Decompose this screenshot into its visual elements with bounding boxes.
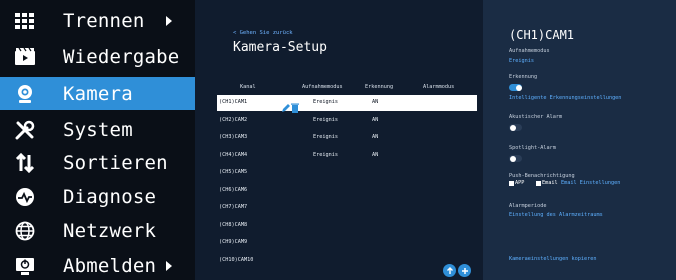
cell-detection: AN [372,151,379,158]
sidebar-item-label: Netzwerk [63,219,157,242]
add-camera-button[interactable] [458,264,471,277]
sidebar: Trennen Wiedergabe Kamera System Sortier… [0,0,195,280]
cell-recording-mode: Ereignis [313,116,338,123]
column-header-channel: Kanal [240,84,256,90]
column-header-alarm-mode: Alarmmodus [423,84,455,90]
sidebar-item-label: Diagnose [63,185,157,208]
table-row[interactable]: (CH6)CAM6 [217,183,477,199]
sidebar-item-label: Sortieren [63,151,168,174]
toggle-knob [509,124,516,131]
toggle-knob [515,84,522,91]
acoustic-alarm-toggle[interactable] [509,124,522,131]
tools-icon [13,118,37,142]
cell-recording-mode: Ereignis [313,99,338,105]
spotlight-alarm-toggle[interactable] [509,155,522,162]
alarm-period-link[interactable]: Einstellung des Alarmzeitraums [509,212,603,218]
cell-channel: (CH7)CAM7 [219,204,248,210]
sidebar-item-diagnose[interactable]: Diagnose [0,180,195,213]
sidebar-item-abmelden[interactable]: Abmelden [0,249,195,280]
copy-camera-settings-link[interactable]: Kameraeinstellungen kopieren [509,256,596,262]
plus-icon [461,267,468,274]
sidebar-item-label: Wiedergabe [63,45,180,68]
sidebar-item-wiedergabe[interactable]: Wiedergabe [0,40,195,73]
sidebar-item-label: System [63,118,133,141]
app-checkbox[interactable] [509,181,514,186]
chevron-right-icon [166,260,172,271]
cell-channel: (CH2)CAM2 [219,116,248,123]
cell-channel: (CH9)CAM9 [219,239,248,245]
detection-toggle[interactable] [509,84,522,91]
table-row[interactable]: (CH10)CAM10 [217,253,477,269]
back-link[interactable]: < Gehen Sie zurück [233,30,293,36]
table-row[interactable]: (CH9)CAM9 [217,235,477,251]
cell-recording-mode: Ereignis [313,134,338,140]
recording-mode-label: Aufnahmemodus [509,48,550,54]
camera-icon [13,82,37,106]
grid-icon [13,9,37,33]
page-title: Kamera-Setup [233,40,327,55]
globe-icon [13,219,37,243]
sidebar-item-system[interactable]: System [0,113,195,146]
upload-button[interactable] [443,264,456,277]
email-checkbox-label: Email [542,180,558,186]
sort-icon [13,151,37,175]
cell-detection: AN [372,134,379,140]
table-row[interactable]: (CH1)CAM1 Ereignis AN [217,95,477,113]
cell-channel: (CH3)CAM3 [219,134,248,140]
column-header-detection: Erkennung [365,84,394,90]
cell-channel: (CH1)CAM1 [219,99,248,105]
panel-title: (CH1)CAM1 [509,28,575,42]
camera-detail-panel: (CH1)CAM1 Aufnahmemodus Ereignis Erkennu… [483,0,676,280]
cell-channel: (CH4)CAM4 [219,151,248,158]
toggle-knob [509,155,516,162]
cell-detection: AN [372,116,379,123]
chevron-right-icon [166,15,172,26]
cell-channel: (CH5)CAM5 [219,169,248,175]
email-checkbox[interactable] [536,181,541,186]
detection-label: Erkennung [509,74,538,80]
detection-settings-link[interactable]: Intelligente Erkennungseinstellungen [509,95,621,101]
cell-recording-mode: Ereignis [313,151,338,158]
app-checkbox-label: APP [515,180,525,186]
alarm-period-label: Alarmperiode [509,203,547,209]
cell-channel: (CH10)CAM10 [219,256,254,263]
spotlight-alarm-label: Spotlight-Alarm [509,145,556,151]
sidebar-item-label: Abmelden [63,254,157,277]
cell-detection: AN [372,99,379,105]
sidebar-item-sortieren[interactable]: Sortieren [0,146,195,179]
camera-setup-main: < Gehen Sie zurück Kamera-Setup Kanal Au… [195,0,483,280]
cell-channel: (CH6)CAM6 [219,186,248,193]
pulse-icon [13,185,37,209]
sidebar-item-netzwerk[interactable]: Netzwerk [0,214,195,247]
recording-mode-value[interactable]: Ereignis [509,58,534,64]
film-icon [13,45,37,69]
email-settings-link[interactable]: Email Einstellungen [561,180,620,186]
table-row[interactable]: (CH3)CAM3 Ereignis AN [217,130,477,146]
table-row[interactable]: (CH8)CAM8 [217,218,477,234]
arrow-up-icon [446,266,453,274]
sidebar-item-kamera[interactable]: Kamera [0,77,195,110]
table-row[interactable]: (CH5)CAM5 [217,165,477,181]
cell-channel: (CH8)CAM8 [219,221,248,228]
trash-icon[interactable] [291,98,299,113]
column-header-recording-mode: Aufnahmemodus [302,84,343,90]
table-row[interactable]: (CH7)CAM7 [217,200,477,216]
table-row[interactable]: (CH4)CAM4 Ereignis AN [217,148,477,164]
sidebar-item-label: Kamera [63,82,133,105]
logout-icon [13,254,37,278]
sidebar-item-trennen[interactable]: Trennen [0,4,195,37]
table-row[interactable]: (CH2)CAM2 Ereignis AN [217,113,477,129]
sidebar-item-label: Trennen [63,9,145,32]
acoustic-alarm-label: Akustischer Alarm [509,114,563,120]
push-notification-label: Push-Benachrichtigung [509,173,575,179]
edit-icon[interactable] [281,98,291,112]
